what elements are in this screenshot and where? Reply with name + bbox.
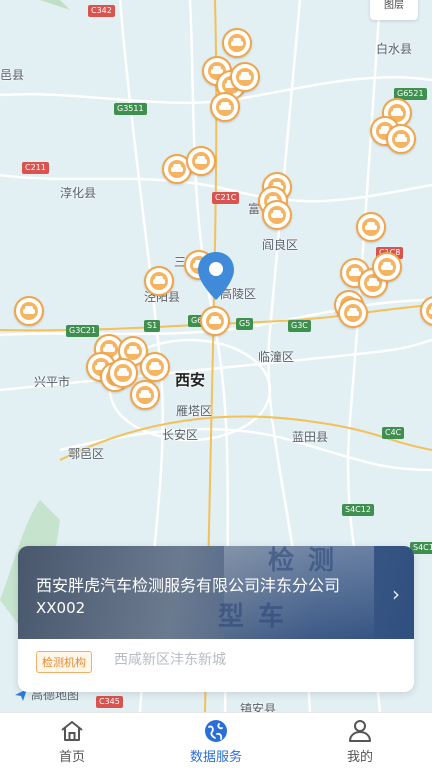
station-pin[interactable] <box>386 124 416 154</box>
location-marker-icon[interactable] <box>196 250 236 304</box>
home-icon <box>61 721 83 741</box>
road-tag: G3C21 <box>66 325 100 337</box>
car-icon <box>114 364 132 382</box>
car-icon <box>392 130 410 148</box>
road-tag: G5 <box>236 318 254 330</box>
road-tag: C4C <box>382 427 405 439</box>
road-tag: G3C <box>288 320 311 332</box>
station-photo: 检 测 型 车 西安胖虎汽车检测服务有限公司沣东分公司 XX002 › <box>18 546 414 639</box>
place-label: 雁塔区 <box>176 404 213 418</box>
station-pin[interactable] <box>186 146 216 176</box>
tab-label: 首页 <box>58 750 85 765</box>
place-label: 临潼区 <box>258 350 295 364</box>
station-pin[interactable] <box>338 298 368 328</box>
station-code: XX002 <box>36 599 86 617</box>
station-pin[interactable] <box>262 200 292 230</box>
car-icon <box>378 258 396 276</box>
station-card[interactable]: 检 测 型 车 西安胖虎汽车检测服务有限公司沣东分公司 XX002 › 检测机构… <box>18 546 414 692</box>
chevron-right-icon[interactable]: › <box>392 582 400 606</box>
place-label: 白水县 <box>376 42 413 56</box>
station-pin[interactable] <box>140 352 170 382</box>
road-tag: S4C12 <box>342 504 374 516</box>
station-pin[interactable] <box>356 212 386 242</box>
car-icon <box>136 386 154 404</box>
car-icon <box>192 152 210 170</box>
map-layers-button[interactable]: 图层 <box>370 0 418 20</box>
road-tag: C345 <box>96 696 123 708</box>
station-pin[interactable] <box>372 252 402 282</box>
tab-home[interactable]: 首页 <box>0 713 144 768</box>
place-label: 阎良区 <box>262 238 299 252</box>
bottom-tab-bar: 首页 数据服务 我的 <box>0 712 432 768</box>
car-icon <box>206 312 224 330</box>
car-icon <box>362 218 380 236</box>
tab-label: 我的 <box>346 750 373 765</box>
car-icon <box>216 98 234 116</box>
station-pin[interactable] <box>144 266 174 296</box>
car-icon <box>426 302 432 320</box>
car-icon <box>236 68 254 86</box>
car-icon <box>150 272 168 290</box>
city-label: 西安 <box>175 371 206 389</box>
globe-icon <box>205 720 227 742</box>
station-name: 西安胖虎汽车检测服务有限公司沣东分公司 <box>36 576 341 595</box>
car-icon <box>268 206 286 224</box>
station-address: 西咸新区沣东新城 <box>114 652 226 668</box>
station-info: 检测机构 西咸新区沣东新城 <box>18 639 414 692</box>
place-label: 淳化县 <box>60 186 97 200</box>
place-label: 邑县 <box>0 68 25 82</box>
station-pin[interactable] <box>222 28 252 58</box>
road-tag: C21C <box>212 192 240 204</box>
road-tag: S1 <box>144 320 161 332</box>
station-pin[interactable] <box>210 92 240 122</box>
place-label: 镇安县 <box>240 702 277 712</box>
tab-label: 数据服务 <box>189 750 242 765</box>
road-tag: C211 <box>22 162 49 174</box>
user-icon <box>349 720 371 742</box>
tab-data-service[interactable]: 数据服务 <box>144 713 288 768</box>
road-tag: G3511 <box>114 103 147 115</box>
car-icon <box>228 34 246 52</box>
road-tag: C342 <box>88 5 115 17</box>
category-badge: 检测机构 <box>36 651 92 673</box>
car-icon <box>146 358 164 376</box>
tab-mine[interactable]: 我的 <box>288 713 432 768</box>
station-pin[interactable] <box>14 296 44 326</box>
station-pin[interactable] <box>200 306 230 336</box>
photo-sign-text: 车 <box>258 602 285 632</box>
photo-sign-text: 型 <box>218 602 245 632</box>
place-label: 蓝田县 <box>292 430 329 444</box>
place-label: 长安区 <box>162 428 199 442</box>
station-pin[interactable] <box>230 62 260 92</box>
car-icon <box>124 342 142 360</box>
station-pin[interactable] <box>130 380 160 410</box>
place-label: 鄠邑区 <box>68 447 105 461</box>
car-icon <box>344 304 362 322</box>
car-icon <box>20 302 38 320</box>
place-label: 兴平市 <box>34 375 71 389</box>
car-icon <box>168 160 186 178</box>
